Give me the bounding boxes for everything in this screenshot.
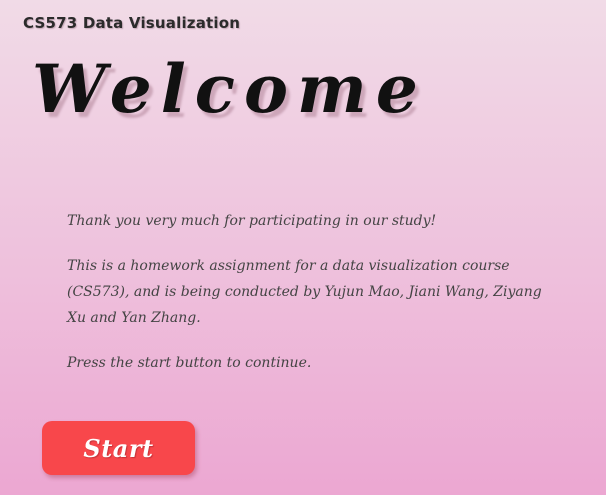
intro-text: Thank you very much for participating in…: [67, 208, 557, 395]
thank-you-paragraph: Thank you very much for participating in…: [67, 213, 437, 229]
welcome-heading: Welcome: [32, 50, 427, 128]
instruction-paragraph: Press the start button to continue.: [67, 355, 312, 371]
app-title: CS573 Data Visualization: [23, 14, 241, 32]
start-button[interactable]: Start: [42, 421, 195, 475]
course-info-paragraph: This is a homework assignment for a data…: [67, 258, 542, 326]
